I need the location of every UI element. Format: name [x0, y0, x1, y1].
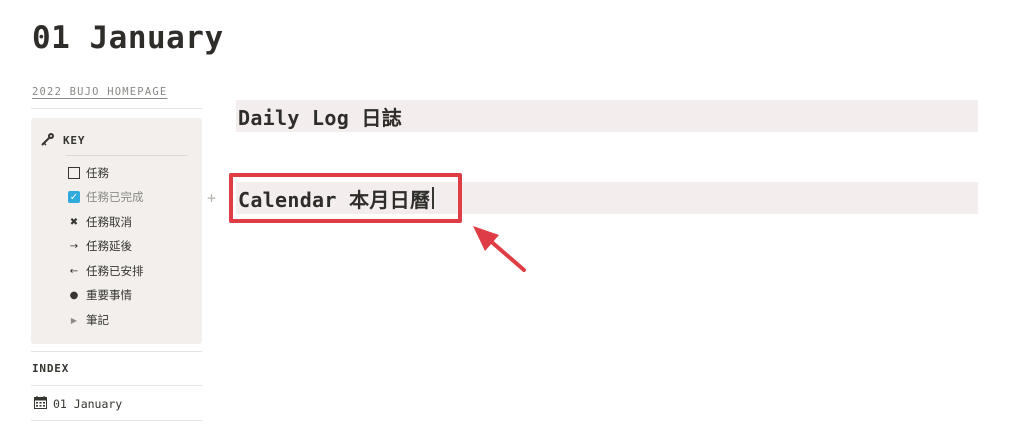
annotation-arrow-icon — [473, 226, 526, 272]
